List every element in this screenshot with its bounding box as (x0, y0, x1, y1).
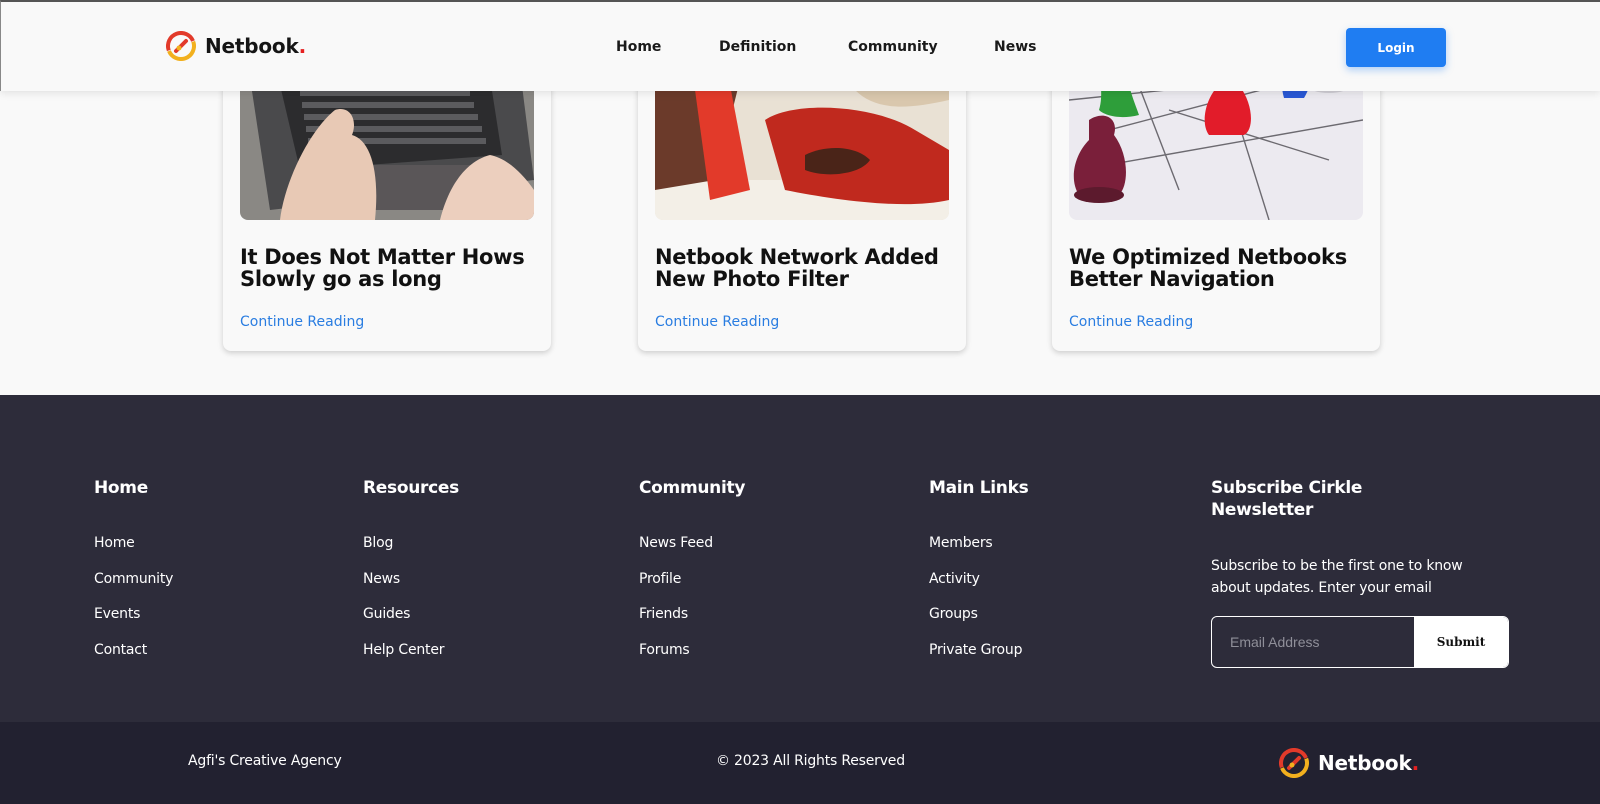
login-button[interactable]: Login (1346, 28, 1446, 67)
footer-column-title: Main Links (929, 478, 1029, 498)
site-footer: Home Home Community Events Contact Resou… (0, 395, 1600, 722)
footer-link[interactable]: Friends (639, 606, 713, 642)
footer-column-community: Community News Feed Profile Friends Foru… (639, 477, 746, 658)
footer-link[interactable]: News Feed (639, 535, 713, 571)
netbook-logo-icon (1279, 748, 1309, 778)
footer-column-title: Home (94, 478, 148, 498)
newsletter-title: Subscribe Cirkle Newsletter (1211, 478, 1363, 520)
footer-link[interactable]: Home (94, 535, 173, 571)
continue-reading-link[interactable]: Continue Reading (1069, 314, 1193, 330)
nav-news[interactable]: News (994, 39, 1036, 55)
footer-link[interactable]: Events (94, 606, 173, 642)
copyright-text: © 2023 All Rights Reserved (716, 753, 905, 769)
footer-column-home: Home Home Community Events Contact (94, 477, 173, 658)
newsletter-section: Subscribe Cirkle Newsletter Subscribe to… (1211, 477, 1511, 668)
nav-community[interactable]: Community (848, 39, 938, 55)
email-field[interactable] (1212, 617, 1414, 667)
footer-link[interactable]: Community (94, 571, 173, 607)
footer-link[interactable]: Forums (639, 642, 713, 678)
post-title[interactable]: It Does Not Matter Hows Slowly go as lon… (240, 246, 540, 290)
footer-link[interactable]: Members (929, 535, 1022, 571)
footer-brand-logo[interactable]: Netbook. (1279, 748, 1419, 778)
bottom-bar: Agfi's Creative Agency © 2023 All Rights… (0, 722, 1600, 804)
brand-dot: . (1411, 751, 1420, 775)
footer-column-title: Community (639, 478, 746, 498)
footer-column-resources: Resources Blog News Guides Help Center (363, 477, 459, 658)
footer-link[interactable]: News (363, 571, 444, 607)
post-title[interactable]: We Optimized Netbooks Better Navigation (1069, 246, 1369, 290)
footer-column-title: Resources (363, 478, 459, 498)
footer-column-main-links: Main Links Members Activity Groups Priva… (929, 477, 1029, 658)
blog-card[interactable]: Netbook Network Added New Photo Filter C… (638, 60, 966, 351)
nav-definition[interactable]: Definition (719, 39, 796, 55)
footer-link[interactable]: Profile (639, 571, 713, 607)
site-header: Netbook. Home Definition Community News … (0, 0, 1600, 91)
footer-link[interactable]: Contact (94, 642, 173, 678)
nav-home[interactable]: Home (616, 39, 661, 55)
footer-link[interactable]: Blog (363, 535, 444, 571)
continue-reading-link[interactable]: Continue Reading (240, 314, 364, 330)
brand-name: Netbook (1318, 751, 1412, 775)
footer-link[interactable]: Groups (929, 606, 1022, 642)
footer-link[interactable]: Guides (363, 606, 444, 642)
footer-link[interactable]: Help Center (363, 642, 444, 678)
submit-button[interactable]: Submit (1414, 617, 1508, 667)
footer-link[interactable]: Private Group (929, 642, 1022, 678)
blog-card[interactable]: It Does Not Matter Hows Slowly go as lon… (223, 60, 551, 351)
post-title[interactable]: Netbook Network Added New Photo Filter (655, 246, 955, 290)
continue-reading-link[interactable]: Continue Reading (655, 314, 779, 330)
agency-credit: Agfi's Creative Agency (188, 753, 342, 769)
footer-link[interactable]: Activity (929, 571, 1022, 607)
newsletter-form: Submit (1211, 616, 1509, 668)
newsletter-description: Subscribe to be the first one to know ab… (1211, 558, 1463, 596)
blog-card[interactable]: We Optimized Netbooks Better Navigation … (1052, 60, 1380, 351)
